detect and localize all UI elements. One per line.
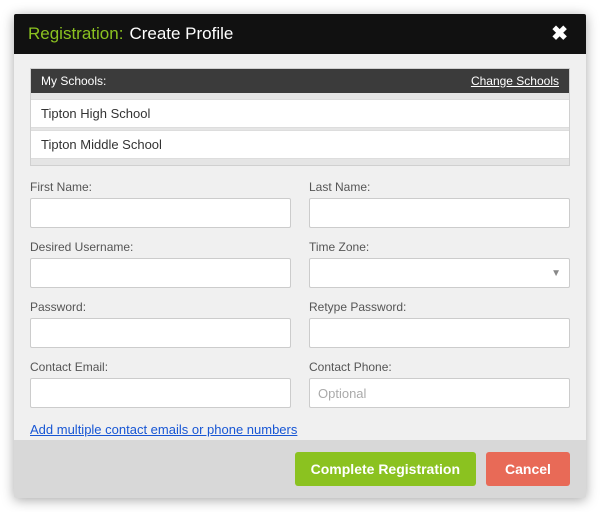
password-input[interactable]	[30, 318, 291, 348]
retype-password-input[interactable]	[309, 318, 570, 348]
change-schools-link[interactable]: Change Schools	[471, 74, 559, 88]
modal-footer: Complete Registration Cancel	[14, 440, 586, 498]
header-prefix: Registration:	[28, 14, 123, 54]
timezone-label: Time Zone:	[309, 240, 570, 254]
username-input[interactable]	[30, 258, 291, 288]
schools-panel: My Schools: Change Schools Tipton High S…	[30, 68, 570, 166]
password-label: Password:	[30, 300, 291, 314]
first-name-label: First Name:	[30, 180, 291, 194]
list-item: Tipton High School	[31, 99, 569, 128]
schools-label: My Schools:	[41, 74, 106, 88]
contact-phone-input[interactable]	[309, 378, 570, 408]
complete-registration-button[interactable]: Complete Registration	[295, 452, 476, 486]
contact-email-label: Contact Email:	[30, 360, 291, 374]
modal-body: My Schools: Change Schools Tipton High S…	[14, 54, 586, 440]
contact-phone-label: Contact Phone:	[309, 360, 570, 374]
retype-password-label: Retype Password:	[309, 300, 570, 314]
header-title: Create Profile	[129, 14, 233, 54]
cancel-button[interactable]: Cancel	[486, 452, 570, 486]
chevron-down-icon: ▼	[551, 268, 561, 279]
registration-modal: Registration: Create Profile ✖ My School…	[14, 14, 586, 498]
first-name-input[interactable]	[30, 198, 291, 228]
add-multiple-contacts-link[interactable]: Add multiple contact emails or phone num…	[30, 422, 297, 437]
list-item: Tipton Middle School	[31, 130, 569, 159]
last-name-input[interactable]	[309, 198, 570, 228]
modal-header: Registration: Create Profile ✖	[14, 14, 586, 54]
username-label: Desired Username:	[30, 240, 291, 254]
contact-email-input[interactable]	[30, 378, 291, 408]
profile-form: First Name: Last Name: Desired Username:…	[30, 180, 570, 437]
timezone-select[interactable]: ▼	[309, 258, 570, 288]
schools-list: Tipton High School Tipton Middle School	[31, 99, 569, 165]
schools-header: My Schools: Change Schools	[31, 69, 569, 93]
close-icon[interactable]: ✖	[547, 14, 572, 54]
last-name-label: Last Name:	[309, 180, 570, 194]
